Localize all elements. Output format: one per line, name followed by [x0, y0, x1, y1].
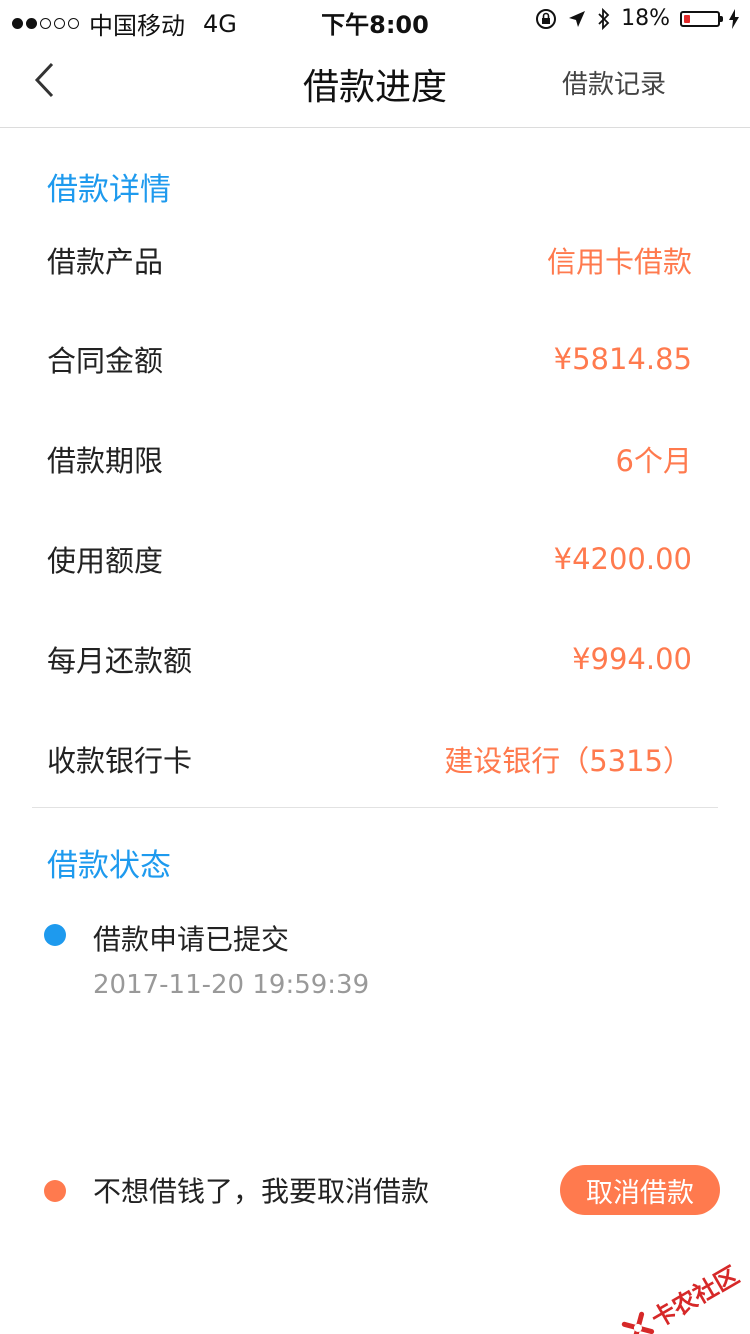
location-arrow-icon [569, 10, 586, 27]
detail-label: 每月还款额 [47, 644, 193, 678]
battery-percent: 18% [621, 6, 670, 31]
detail-row-contract-amount: 合同金额 ¥5814.85 [47, 339, 692, 379]
battery-fill [684, 14, 690, 23]
orientation-lock-icon [536, 8, 557, 29]
loan-status-title: 借款状态 [47, 848, 171, 884]
status-bar-right: 18% [525, 6, 740, 31]
cancel-prompt: 不想借钱了，我要取消借款 [93, 1175, 430, 1208]
watermark-logo: 卡农社区 [618, 1256, 745, 1334]
loan-records-link[interactable]: 借款记录 [562, 64, 666, 101]
bluetooth-icon [598, 7, 610, 30]
detail-value: ¥994.00 [572, 642, 692, 676]
status-text: 借款申请已提交 [93, 923, 290, 956]
detail-row-credit-used: 使用额度 ¥4200.00 [47, 539, 692, 579]
detail-label: 收款银行卡 [47, 744, 193, 778]
cancel-loan-button[interactable]: 取消借款 [560, 1165, 720, 1215]
detail-value: ¥4200.00 [553, 542, 692, 576]
detail-value: 信用卡借款 [546, 245, 692, 279]
nav-bar: 借款进度 借款记录 [0, 40, 750, 128]
detail-value: 建设银行（5315） [444, 744, 692, 778]
detail-label: 合同金额 [47, 344, 164, 378]
cancel-loan-row: 不想借钱了，我要取消借款 取消借款 [0, 1160, 750, 1220]
detail-row-term: 借款期限 6个月 [47, 439, 692, 479]
detail-value: ¥5814.85 [553, 342, 692, 376]
cancel-dot [44, 1180, 66, 1202]
detail-label: 使用额度 [47, 544, 164, 578]
section-divider [32, 807, 718, 808]
battery-icon [680, 10, 723, 27]
detail-row-monthly-payment: 每月还款额 ¥994.00 [47, 639, 692, 679]
status-timestamp: 2017-11-20 19:59:39 [93, 970, 370, 1000]
charging-bolt-icon [729, 8, 739, 29]
loan-details-title: 借款详情 [47, 172, 171, 208]
detail-value: 6个月 [615, 444, 692, 478]
status-bar: 中国移动 4G 下午8:00 18% [0, 0, 750, 40]
watermark-text: 卡农社区 [646, 1261, 744, 1334]
status-dot-submitted [44, 924, 66, 946]
detail-label: 借款产品 [47, 245, 164, 279]
detail-row-bank-card: 收款银行卡 建设银行（5315） [47, 739, 692, 779]
loan-progress-page: 中国移动 4G 下午8:00 18% 借款进度 借款记录 借款详情 借款产品 信… [0, 0, 750, 1334]
detail-label: 借款期限 [47, 444, 164, 478]
detail-row-product: 借款产品 信用卡借款 [47, 240, 692, 280]
